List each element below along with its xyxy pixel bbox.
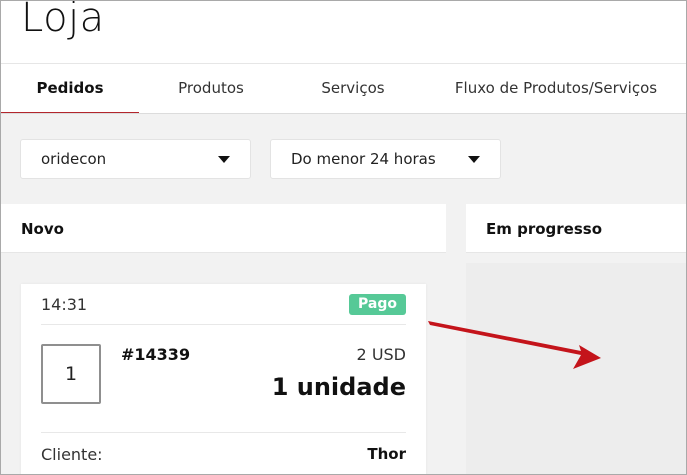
header: Loja Pedidos Produtos Serviços Fluxo de … <box>1 1 686 114</box>
status-badge: Pago <box>349 294 406 315</box>
card-divider <box>41 432 406 433</box>
tab-pedidos[interactable]: Pedidos <box>1 63 139 114</box>
column-title-novo: Novo <box>21 220 64 238</box>
quantity-box: 1 <box>41 344 101 404</box>
order-number: #14339 <box>121 345 191 364</box>
client-label: Cliente: <box>41 445 103 464</box>
card-divider <box>41 324 406 325</box>
app-window: Loja Pedidos Produtos Serviços Fluxo de … <box>0 0 687 475</box>
client-name: Thor <box>367 445 406 463</box>
chevron-down-icon <box>468 156 480 163</box>
store-select-value: oridecon <box>41 150 107 168</box>
order-time: 14:31 <box>41 295 88 314</box>
tab-servicos[interactable]: Serviços <box>293 63 413 113</box>
column-body-em-progresso <box>466 263 686 474</box>
order-card[interactable]: 14:31 Pago 1 #14339 2 USD 1 unidade Clie… <box>21 284 426 474</box>
header-divider <box>1 113 686 114</box>
tab-produtos[interactable]: Produtos <box>151 63 271 113</box>
column-header-novo: Novo <box>1 204 446 253</box>
column-header-em-progresso: Em progresso <box>466 204 686 253</box>
column-title-em-progresso: Em progresso <box>486 220 603 238</box>
order-units: 1 unidade <box>271 373 406 401</box>
store-select[interactable]: oridecon <box>20 139 251 179</box>
time-select[interactable]: Do menor 24 horas <box>270 139 501 179</box>
chevron-down-icon <box>218 156 230 163</box>
time-select-value: Do menor 24 horas <box>291 150 436 168</box>
page-title: Loja <box>21 0 105 41</box>
order-price: 2 USD <box>356 345 406 364</box>
tab-fluxo[interactable]: Fluxo de Produtos/Serviços <box>441 63 671 113</box>
